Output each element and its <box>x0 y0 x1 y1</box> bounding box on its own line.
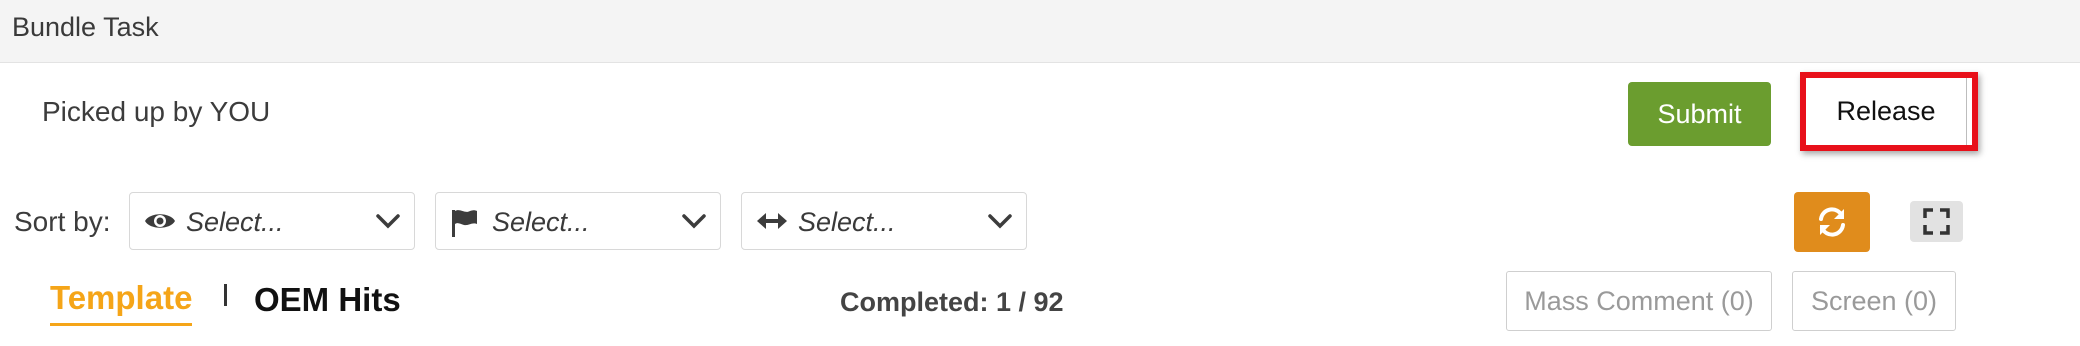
header-title: Bundle Task <box>12 12 159 42</box>
submit-button[interactable]: Submit <box>1628 82 1771 146</box>
page-header: Bundle Task <box>0 0 2080 63</box>
chevron-down-icon <box>376 213 400 234</box>
picked-up-status: Picked up by YOU <box>42 96 271 127</box>
screen-button[interactable]: Screen (0) <box>1792 271 1956 331</box>
mass-comment-button[interactable]: Mass Comment (0) <box>1506 271 1772 331</box>
eye-icon <box>144 209 176 238</box>
tab-template[interactable]: Template <box>50 279 193 326</box>
completed-count: Completed: 1 / 92 <box>840 287 1064 317</box>
sort-select-visibility[interactable]: Select... <box>129 192 415 250</box>
tab-separator <box>224 284 227 306</box>
chevron-down-icon <box>988 213 1012 234</box>
refresh-button[interactable] <box>1794 192 1870 252</box>
sort-by-label: Sort by: <box>14 206 111 237</box>
flag-icon <box>450 209 478 242</box>
select-value: Select... <box>186 207 284 237</box>
select-value: Select... <box>798 207 896 237</box>
arrows-horizontal-icon <box>756 209 788 238</box>
fullscreen-button[interactable] <box>1910 201 1963 242</box>
sort-select-flag[interactable]: Select... <box>435 192 721 250</box>
chevron-down-icon <box>682 213 706 234</box>
select-value: Select... <box>492 207 590 237</box>
tab-oem-hits[interactable]: OEM Hits <box>254 281 401 319</box>
sort-select-direction[interactable]: Select... <box>741 192 1027 250</box>
release-button[interactable]: Release <box>1806 78 1967 145</box>
